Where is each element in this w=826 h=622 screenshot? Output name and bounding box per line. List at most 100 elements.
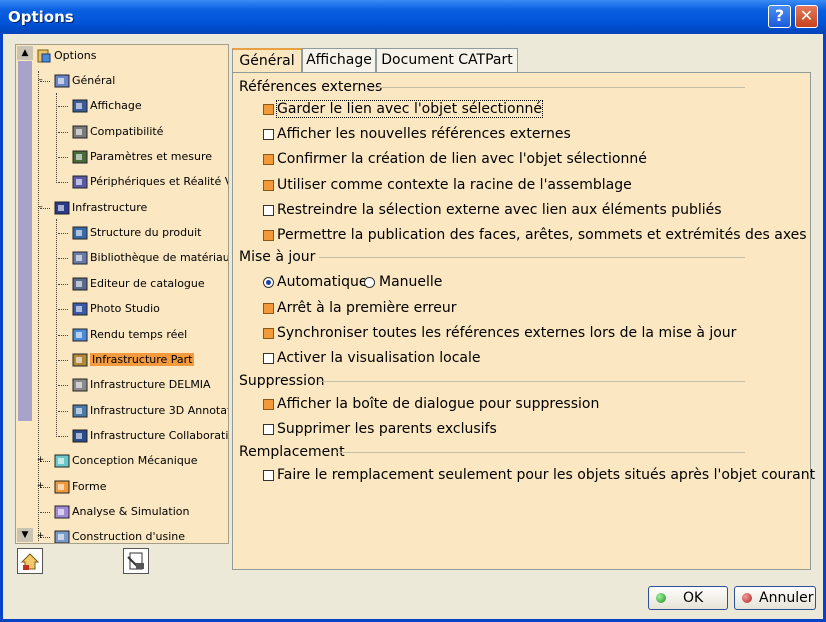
tree-expander-icon[interactable]: + bbox=[36, 456, 45, 465]
tree-root-options[interactable]: Options bbox=[36, 46, 96, 66]
tree-item-label: Compatibilité bbox=[90, 125, 164, 138]
option-allow-publication-label: Permettre la publication des faces, arêt… bbox=[277, 227, 807, 243]
checkbox-replace-after-current[interactable] bbox=[263, 470, 274, 481]
tree-item[interactable]: Forme bbox=[54, 477, 106, 497]
scroll-down-arrow-icon[interactable]: ▼ bbox=[17, 528, 33, 542]
tree-item[interactable]: Infrastructure Collaboration bbox=[72, 426, 229, 446]
tree-item[interactable]: Editeur de catalogue bbox=[72, 274, 205, 294]
checkbox-restrict-selection[interactable] bbox=[263, 205, 274, 216]
tree-item[interactable]: Infrastructure Part bbox=[72, 350, 195, 370]
radio-automatic[interactable] bbox=[263, 277, 274, 288]
tree-item[interactable]: Général bbox=[54, 71, 115, 91]
analysis-icon bbox=[54, 504, 70, 520]
tree-item-label: Infrastructure Collaboration bbox=[90, 429, 229, 442]
tree-item-label: Paramètres et mesure bbox=[90, 150, 213, 163]
realtime-render-icon bbox=[72, 327, 88, 343]
tree-item-label: Conception Mécanique bbox=[72, 454, 198, 467]
tree-expander-icon[interactable]: + bbox=[36, 532, 45, 541]
option-delete-parents-label: Supprimer les parents exclusifs bbox=[277, 421, 497, 437]
cancel-button[interactable]: Annuler bbox=[734, 586, 816, 610]
radio-automatic-label: Automatique bbox=[277, 274, 368, 290]
checkbox-show-delete-dialog[interactable] bbox=[263, 399, 274, 410]
general-gear-icon bbox=[54, 73, 70, 89]
tree-item[interactable]: Structure du produit bbox=[72, 223, 201, 243]
tree-item[interactable]: Infrastructure DELMIA bbox=[72, 375, 211, 395]
close-icon: ✕ bbox=[799, 6, 814, 25]
tree-item-label: Forme bbox=[72, 480, 107, 493]
tree-item[interactable]: Affichage bbox=[72, 96, 142, 116]
tree-item-label: Rendu temps réel bbox=[90, 328, 188, 341]
tree-item[interactable]: Analyse & Simulation bbox=[54, 502, 189, 522]
tree-item[interactable]: Bibliothèque de matériaux bbox=[72, 248, 229, 268]
tree-settings-button[interactable] bbox=[123, 548, 149, 574]
options-tree: Options – Général Affichage Compatibilité Pa… bbox=[34, 45, 229, 543]
tree-item-label: Infrastructure bbox=[72, 201, 148, 214]
display-cube-icon bbox=[72, 98, 88, 114]
document-settings-icon bbox=[127, 552, 144, 570]
tree-scrollbar[interactable]: ▲ ▼ bbox=[16, 45, 34, 543]
checkbox-root-context[interactable] bbox=[263, 180, 274, 191]
tab-general[interactable]: Général bbox=[232, 48, 302, 72]
title-bar[interactable]: Options ? ✕ bbox=[0, 0, 826, 34]
checkbox-sync-refs[interactable] bbox=[263, 328, 274, 339]
scroll-up-arrow-icon[interactable]: ▲ bbox=[17, 46, 33, 60]
infrastructure-icon bbox=[54, 200, 70, 216]
checkbox-delete-parents[interactable] bbox=[263, 424, 274, 435]
tree-item[interactable]: Périphériques et Réalité Virtue bbox=[72, 172, 228, 192]
option-sync-refs-label: Synchroniser toutes les références exter… bbox=[277, 325, 737, 341]
tree-item-label: Bibliothèque de matériaux bbox=[90, 251, 229, 264]
tree-item[interactable]: Conception Mécanique bbox=[54, 451, 198, 471]
tree-item[interactable]: Compatibilité bbox=[72, 122, 163, 142]
option-replace-after-current-label: Faire le remplacement seulement pour les… bbox=[277, 467, 816, 483]
option-keep-link-label: Garder le lien avec l'objet sélectionné bbox=[276, 100, 543, 118]
tree-item-label: Général bbox=[72, 74, 116, 87]
tree-item-label: Editeur de catalogue bbox=[90, 277, 205, 290]
checkbox-allow-publication[interactable] bbox=[263, 230, 274, 241]
options-dialog: Options ? ✕ ▲ ▼ Options – Général Affichag… bbox=[0, 0, 826, 622]
general-tab-content: Références externes Garder le lien avec … bbox=[232, 72, 815, 570]
tab-document-catpart[interactable]: Document CATPart bbox=[376, 48, 518, 72]
checkbox-show-new-refs[interactable] bbox=[263, 129, 274, 140]
tree-home-button[interactable] bbox=[17, 548, 43, 574]
close-button[interactable]: ✕ bbox=[795, 5, 818, 28]
help-button[interactable]: ? bbox=[768, 5, 791, 28]
option-stop-first-error-label: Arrêt à la première erreur bbox=[277, 300, 457, 316]
checkbox-confirm-link[interactable] bbox=[263, 154, 274, 165]
product-structure-icon bbox=[72, 225, 88, 241]
tree-item-label: Infrastructure Part bbox=[90, 353, 195, 366]
mechanical-design-icon bbox=[54, 453, 70, 469]
delmia-icon bbox=[72, 377, 88, 393]
section-title-update: Mise à jour bbox=[239, 249, 316, 265]
checkbox-stop-first-error[interactable] bbox=[263, 303, 274, 314]
tree-item[interactable]: Construction d'usine bbox=[54, 527, 185, 543]
checkbox-local-view[interactable] bbox=[263, 353, 274, 364]
tree-expander-icon[interactable]: + bbox=[36, 482, 45, 491]
compatibility-icon bbox=[72, 124, 88, 140]
home-tree-icon bbox=[20, 553, 40, 570]
tree-item[interactable]: Infrastructure bbox=[54, 198, 147, 218]
shape-icon bbox=[54, 479, 70, 495]
cancel-button-label: Annuler bbox=[759, 590, 814, 606]
tree-item-label: Affichage bbox=[90, 99, 142, 112]
options-tree-panel: ▲ ▼ Options – Général Affichage Compatibili… bbox=[15, 44, 229, 544]
radio-manual[interactable] bbox=[364, 277, 375, 288]
section-title-replace: Remplacement bbox=[239, 444, 345, 460]
option-restrict-selection-label: Restreindre la sélection externe avec li… bbox=[277, 202, 722, 218]
tree-expander-icon[interactable]: – bbox=[36, 203, 45, 212]
tree-item[interactable]: Rendu temps réel bbox=[72, 325, 187, 345]
ok-button[interactable]: OK bbox=[648, 586, 728, 610]
tree-item[interactable]: Paramètres et mesure bbox=[72, 147, 212, 167]
tree-item[interactable]: Infrastructure 3D Annotation bbox=[72, 401, 228, 421]
tab-affichage[interactable]: Affichage bbox=[302, 48, 376, 72]
option-show-new-refs-label: Afficher les nouvelles références extern… bbox=[277, 126, 571, 142]
section-title-refs: Références externes bbox=[239, 79, 383, 95]
radio-manual-label: Manuelle bbox=[379, 274, 443, 290]
parameters-icon bbox=[72, 149, 88, 165]
collaboration-icon bbox=[72, 428, 88, 444]
checkbox-keep-link[interactable] bbox=[263, 104, 274, 115]
devices-icon bbox=[72, 174, 88, 190]
tree-expander-icon[interactable]: – bbox=[36, 76, 45, 85]
scroll-thumb[interactable] bbox=[18, 61, 32, 421]
option-root-context-label: Utiliser comme contexte la racine de l'a… bbox=[277, 177, 632, 193]
tree-item[interactable]: Photo Studio bbox=[72, 299, 160, 319]
